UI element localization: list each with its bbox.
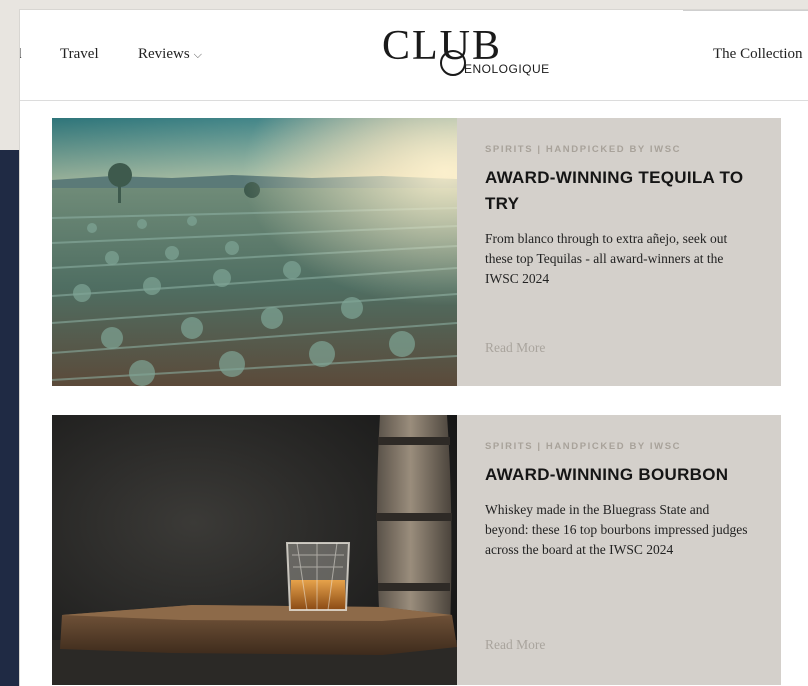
article-title[interactable]: AWARD-WINNING TEQUILA TO TRY xyxy=(485,165,753,217)
article-card-body: SPIRITS | HANDPICKED BY IWSC AWARD-WINNI… xyxy=(457,415,781,685)
site-header: d Travel Reviews⌵ CLUB ENOLOGIQUE The Co… xyxy=(20,10,808,101)
nav-item-reviews[interactable]: Reviews ⌵ xyxy=(138,46,202,63)
article-card-tequila[interactable]: SPIRITS | HANDPICKED BY IWSC AWARD-WINNI… xyxy=(52,118,781,386)
article-title[interactable]: AWARD-WINNING BOURBON xyxy=(485,462,753,488)
article-kicker: SPIRITS | HANDPICKED BY IWSC xyxy=(485,441,682,452)
nav-item-reviews-label: Reviews xyxy=(138,46,190,62)
chevron-down-icon: ⌵ xyxy=(193,49,203,61)
website-screenshot: d Travel Reviews⌵ CLUB ENOLOGIQUE The Co… xyxy=(20,10,808,686)
article-card-bourbon[interactable]: SPIRITS | HANDPICKED BY IWSC AWARD-WINNI… xyxy=(52,415,781,685)
article-description: Whiskey made in the Bluegrass State and … xyxy=(485,502,748,557)
nav-item-cut[interactable]: d xyxy=(20,46,22,63)
read-more-link[interactable]: Read More xyxy=(485,340,545,356)
site-logo[interactable]: CLUB ENOLOGIQUE xyxy=(382,24,572,84)
header-divider xyxy=(683,10,808,11)
article-kicker: SPIRITS | HANDPICKED BY IWSC xyxy=(485,144,682,155)
logo-sub-text: ENOLOGIQUE xyxy=(464,62,550,76)
logo-o-ring xyxy=(440,50,466,76)
nav-item-the-collection[interactable]: The Collection xyxy=(713,46,803,63)
article-card-body: SPIRITS | HANDPICKED BY IWSC AWARD-WINNI… xyxy=(457,118,781,386)
read-more-link[interactable]: Read More xyxy=(485,637,545,653)
agave-field-photo[interactable] xyxy=(52,118,457,386)
bourbon-glass-barrel-photo[interactable] xyxy=(52,415,457,685)
article-description: From blanco through to extra añejo, seek… xyxy=(485,231,728,286)
nav-item-travel[interactable]: Travel xyxy=(60,46,99,63)
